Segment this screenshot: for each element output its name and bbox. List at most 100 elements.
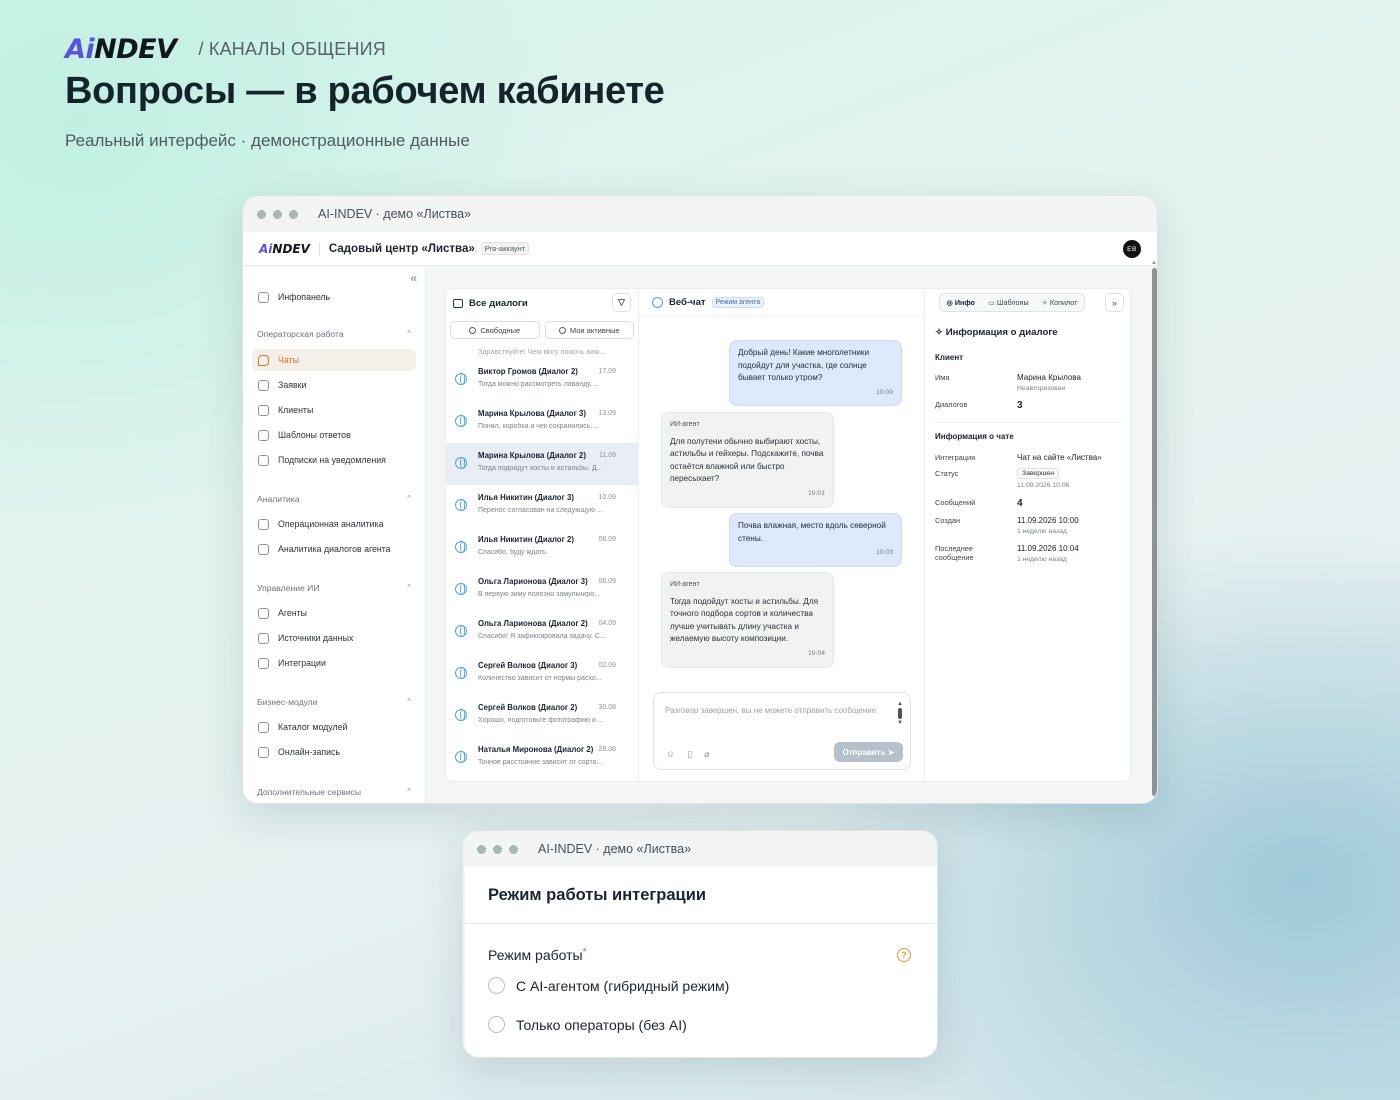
radio-hybrid-mode[interactable]: С AI-агентом (гибридный режим) [488,977,729,994]
divider [465,923,937,924]
sidebar-item-integrations[interactable]: Интеграции [252,652,416,674]
paperclip-icon[interactable]: ⌀ [704,749,709,760]
dialog-list-item[interactable]: Илья Никитин (Диалог 2) 08.09 Спасибо, буд… [446,527,638,569]
window-dot[interactable] [273,209,282,219]
sidebar-item-label: Заявки [278,380,307,390]
window-dot[interactable] [509,844,518,854]
dialog-preview: Спасибо! Я зафиксировала задачу. С... [478,633,606,640]
message-text: Для полутени обычно выбирают хосты, асти… [670,436,824,484]
dialog-list-item[interactable]: Ольга Ларионова (Диалог 3) 06.09 В первую … [446,569,638,611]
globe-icon [455,625,467,637]
dialog-list-item[interactable]: Наталья Миронова (Диалог 2) 28.08 Точное р… [446,737,638,779]
sidebar-item-data-sources[interactable]: Источники данных [252,627,416,649]
field-key: Сообщений [935,498,976,507]
sidebar-group-extra[interactable]: Дополнительные сервисы ^ [257,787,411,797]
sidebar-group-analytics[interactable]: Аналитика ^ [257,494,411,504]
message-time: 10:00 [875,388,893,396]
field-key: Имя [935,373,950,382]
sidebar-group-ai[interactable]: Управление ИИ ^ [257,583,411,593]
dialogs-panel: Все диалоги ▽ Свободные Мои активные Здр… [445,288,639,782]
chevron-up-icon: ^ [407,583,411,592]
sidebar-item-label: Шаблоны ответов [278,430,351,440]
dialog-list-item[interactable]: Илья Никитин (Диалог 3) 10.09 Перенос согл… [446,485,638,527]
window-titlebar: AI-INDEV · демо «Листва» [463,831,937,867]
message-time: 10:04 [807,649,825,657]
sidebar-item-templates[interactable]: Шаблоны ответов [252,424,416,446]
emoji-icon[interactable]: ☺ [666,749,675,760]
field-key: Диалогов [935,400,968,409]
sidebar-item-clients[interactable]: Клиенты [252,399,416,421]
filter-free-button[interactable]: Свободные [450,321,540,339]
page-scrollbar[interactable]: ▲ [1151,260,1157,796]
dialog-list-item[interactable]: Марина Крылова (Диалог 3) 13.09 Понял, кор… [446,401,638,443]
users-icon [258,404,269,416]
sidebar-item-dashboard[interactable]: Инфопанель [252,286,416,308]
dialog-list-item[interactable]: Марина Крылова (Диалог 2) 11.09 Тогда подо… [446,443,638,485]
sidebar-item-chats[interactable]: Чаты [252,349,416,371]
window-dot[interactable] [257,209,266,219]
sidebar-group-label: Управление ИИ [257,583,320,593]
sidebar-item-booking[interactable]: Онлайн-запись [252,741,416,763]
tab-templates[interactable]: ▭ Шаблоны [988,298,1029,307]
window-dot[interactable] [477,844,486,854]
book-icon[interactable]: ▯ [687,749,692,760]
sidebar-item-requests[interactable]: Заявки [252,374,416,396]
radio-operators-only[interactable]: Только операторы (без AI) [488,1016,687,1033]
puzzle-icon [258,657,269,669]
home-icon [258,291,269,303]
status-badge: Завершен [1017,468,1059,479]
plan-badge: Pro-аккаунт [480,242,530,255]
gear-icon [258,607,269,619]
dialogs-list[interactable]: Здравствуйте! Чем могу помочь вам... Вик… [446,345,638,781]
bar-chart-icon [258,518,269,530]
chat-section-title: Информация о чате [935,432,1014,441]
radio-button[interactable] [488,1016,505,1033]
globe-icon [455,415,467,427]
tab-copilot[interactable]: ✧ Копилот [1042,298,1078,307]
dialog-preview: Тогда подойдут хосты и астильбы. Д... [478,465,603,472]
send-button[interactable]: Отправить ➤ [834,742,903,762]
sidebar-group-business[interactable]: Бизнес-модули ^ [257,697,411,707]
modal-title: Режим работы интеграции [488,886,706,904]
tab-info[interactable]: ◎ Инфо [947,298,975,307]
filter-my-active-button[interactable]: Мои активные [544,321,634,339]
sidebar-group-operator[interactable]: Операторская работа ^ [257,329,411,339]
field-key: Последнее сообщение [935,544,974,562]
app-logo[interactable]: AiNDEV [259,242,310,256]
radio-button[interactable] [488,977,505,994]
dialog-list-item[interactable]: Сергей Волков (Диалог 3) 02.09 Количество … [446,653,638,695]
chat-icon [453,298,463,308]
agent-mode-badge: Режим агента [711,297,765,308]
sidebar-item-operational-analytics[interactable]: Операционная аналитика [252,513,416,535]
dialog-preview: В первую зиму полезно замульчиро... [478,591,600,598]
client-auth-status: Неавторизован [1017,385,1066,392]
sidebar-item-agent-analytics[interactable]: Аналитика диалогов агента [252,538,416,560]
dialog-list-item[interactable]: Ольга Ларионова (Диалог 2) 04.09 Спасибо! … [446,611,638,653]
dialog-name: Илья Никитин (Диалог 2) [478,535,574,544]
sidebar-item-label: Подписки на уведомления [278,455,386,465]
filter-icon[interactable]: ▽ [612,293,631,312]
double-chevron-left-icon[interactable]: « [410,271,417,285]
sidebar-item-module-catalog[interactable]: Каталог модулей [252,716,416,738]
dialog-list-item[interactable]: Виктор Громов (Диалог 2) 17.09 Тогда можно… [446,359,638,401]
sidebar-item-label: Инфопанель [278,292,331,302]
dialog-name: Илья Никитин (Диалог 3) [478,493,574,502]
message-time: 10:01 [807,489,825,497]
composer-scroll[interactable]: ▲ ▼ [897,701,903,726]
scrollbar-thumb[interactable] [1152,268,1157,796]
app-frame: AiNDEV Садовый центр «Листва» Pro-аккаун… [243,232,1157,803]
help-icon[interactable]: ? [897,948,911,962]
info-title: ✧ Информация о диалоге [935,327,1058,338]
aindev-logo: AiNDEV [65,34,177,65]
window-dot[interactable] [493,844,502,854]
double-chevron-right-icon[interactable]: » [1105,293,1124,312]
message-composer[interactable]: Разговор завершен, вы не можете отправит… [653,692,911,770]
dialog-list-item[interactable]: Сергей Волков (Диалог 2) 30.08 Хорошо, под… [446,695,638,737]
globe-icon [652,297,663,308]
sidebar-item-agents[interactable]: Агенты [252,602,416,624]
scroll-up-arrow-icon[interactable]: ▲ [1151,260,1157,266]
sidebar-item-subscriptions[interactable]: Подписки на уведомления [252,449,416,471]
window-dot[interactable] [289,209,298,219]
composer-scroll-thumb[interactable] [898,708,903,719]
user-avatar[interactable]: ЕВ [1123,240,1141,258]
